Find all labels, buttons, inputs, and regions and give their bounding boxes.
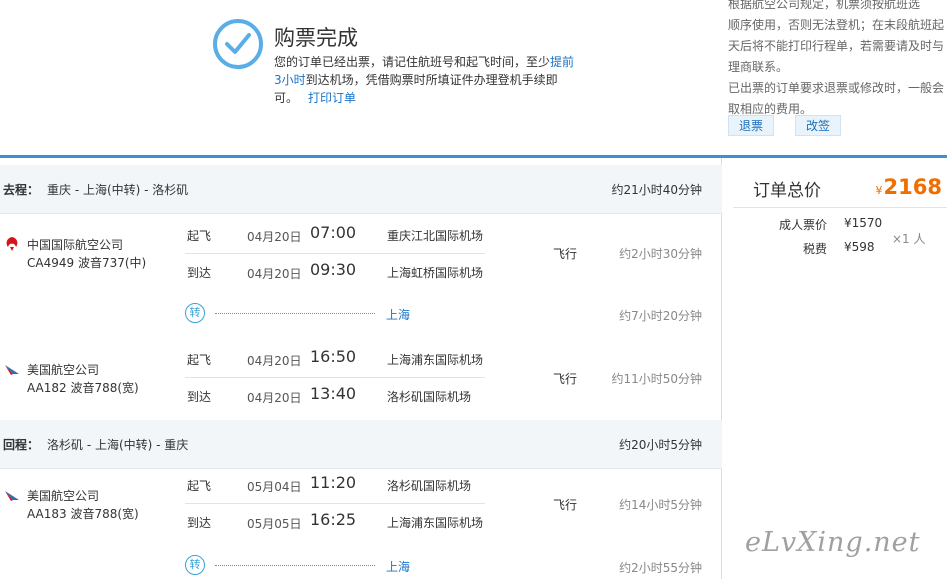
arrival-date: 04月20日 bbox=[247, 267, 302, 281]
leg-label: 去程： bbox=[3, 183, 40, 197]
tax-label: 税费 bbox=[802, 242, 827, 256]
departure-airport: 重庆江北国际机场 bbox=[387, 229, 484, 243]
departure-time: 11:20 bbox=[310, 473, 357, 492]
transfer-duration: 约2小时55分钟 bbox=[619, 561, 702, 575]
airline-name: 美国航空公司 bbox=[27, 489, 100, 503]
price-header: 订单总价 ¥2168 bbox=[733, 158, 947, 208]
departure-airport: 洛杉矶国际机场 bbox=[387, 479, 472, 493]
arrival-time: 13:40 bbox=[310, 384, 357, 403]
arrival-time: 09:30 bbox=[310, 260, 357, 279]
leg-label: 回程： bbox=[3, 438, 40, 452]
price-panel: 订单总价 ¥2168 成人票价 ¥1570 税费 ¥598 ×1 人 bbox=[723, 158, 947, 579]
arrival-airport: 上海浦东国际机场 bbox=[387, 516, 484, 530]
arrival-time: 16:25 bbox=[310, 510, 357, 529]
price-title: 订单总价 bbox=[753, 181, 821, 201]
page-title: 购票完成 bbox=[274, 26, 358, 50]
arrival-date: 04月20日 bbox=[247, 391, 302, 405]
transfer-line bbox=[215, 565, 375, 566]
transfer-line bbox=[215, 313, 375, 314]
fly-label: 飞行 bbox=[553, 247, 578, 261]
itinerary: 去程： 重庆 - 上海(中转) - 洛杉矶 约21小时40分钟 中国国际航空公司… bbox=[0, 158, 722, 579]
flight-number: CA4949 波音737(中) bbox=[27, 256, 147, 270]
passenger-count: ×1 人 bbox=[892, 232, 926, 246]
leg-route: 洛杉矶 - 上海(中转) - 重庆 bbox=[47, 438, 189, 452]
departure-time: 16:50 bbox=[310, 347, 357, 366]
flight-number: AA183 波音788(宽) bbox=[27, 507, 139, 521]
row-divider bbox=[185, 503, 485, 504]
flight-segment: 美国航空公司 AA183 波音788(宽) 起飞 05月04日 11:20 洛杉… bbox=[0, 471, 722, 561]
fly-label: 飞行 bbox=[553, 498, 578, 512]
arrival-label: 到达 bbox=[187, 516, 212, 530]
air-china-logo-icon bbox=[3, 235, 21, 256]
transfer-row: 转 上海 约7小时20分钟 bbox=[0, 301, 722, 331]
transfer-icon: 转 bbox=[185, 555, 205, 575]
departure-date: 05月04日 bbox=[247, 480, 302, 494]
fly-duration: 约11小时50分钟 bbox=[611, 372, 702, 386]
arrival-label: 到达 bbox=[187, 390, 212, 404]
ticket-rules: 根据航空公司规定，机票须按航班选 顺序使用，否则无法登机；在末段航班起 天后将不… bbox=[728, 0, 945, 116]
confirmation-panel: 购票完成 您的订单已经出票，请记住航班号和起飞时间，至少提前 3小时到达机场，凭… bbox=[0, 0, 947, 156]
american-airlines-logo-icon bbox=[3, 488, 21, 507]
print-order-link[interactable]: 打印订单 bbox=[308, 91, 356, 105]
leg-duration: 约21小时40分钟 bbox=[611, 183, 702, 197]
american-airlines-logo-icon bbox=[3, 362, 21, 381]
adult-fare-value: ¥1570 bbox=[844, 216, 883, 230]
flight-number: AA182 波音788(宽) bbox=[27, 381, 139, 395]
departure-label: 起飞 bbox=[187, 479, 212, 493]
outbound-header: 去程： 重庆 - 上海(中转) - 洛杉矶 约21小时40分钟 bbox=[0, 165, 722, 214]
adult-fare-label: 成人票价 bbox=[778, 218, 827, 232]
departure-date: 04月20日 bbox=[247, 230, 302, 244]
change-button[interactable]: 改签 bbox=[795, 115, 842, 136]
departure-label: 起飞 bbox=[187, 229, 212, 243]
departure-date: 04月20日 bbox=[247, 354, 302, 368]
highlight-text: 3小时 bbox=[274, 73, 306, 87]
leg-route: 重庆 - 上海(中转) - 洛杉矶 bbox=[47, 183, 189, 197]
total-price: ¥2168 bbox=[875, 175, 942, 199]
return-header: 回程： 洛杉矶 - 上海(中转) - 重庆 约20小时5分钟 bbox=[0, 420, 722, 469]
transfer-city[interactable]: 上海 bbox=[386, 558, 410, 575]
transfer-city[interactable]: 上海 bbox=[386, 306, 410, 323]
row-divider bbox=[185, 253, 485, 254]
refund-button[interactable]: 退票 bbox=[728, 115, 775, 136]
departure-airport: 上海浦东国际机场 bbox=[387, 353, 484, 367]
transfer-duration: 约7小时20分钟 bbox=[619, 309, 702, 323]
tax-value: ¥598 bbox=[844, 240, 875, 254]
flight-segment: 中国国际航空公司 CA4949 波音737(中) 起飞 04月20日 07:00… bbox=[0, 218, 722, 308]
fly-duration: 约2小时30分钟 bbox=[619, 247, 702, 261]
transfer-row: 转 上海 约2小时55分钟 bbox=[0, 553, 722, 579]
arrival-airport: 洛杉矶国际机场 bbox=[387, 390, 472, 404]
fly-label: 飞行 bbox=[553, 372, 578, 386]
departure-label: 起飞 bbox=[187, 353, 212, 367]
row-divider bbox=[185, 377, 485, 378]
leg-duration: 约20小时5分钟 bbox=[619, 438, 702, 452]
highlight-text: 提前 bbox=[550, 55, 575, 69]
confirmation-message: 您的订单已经出票，请记住航班号和起飞时间，至少提前 3小时到达机场，凭借购票时所… bbox=[274, 55, 575, 105]
watermark: eLvXing.net bbox=[745, 527, 921, 558]
arrival-date: 05月05日 bbox=[247, 517, 302, 531]
check-circle-icon bbox=[213, 19, 263, 69]
airline-name: 中国国际航空公司 bbox=[27, 238, 124, 252]
transfer-icon: 转 bbox=[185, 303, 205, 323]
fly-duration: 约14小时5分钟 bbox=[619, 498, 702, 512]
arrival-airport: 上海虹桥国际机场 bbox=[387, 266, 484, 280]
arrival-label: 到达 bbox=[187, 266, 212, 280]
departure-time: 07:00 bbox=[310, 223, 357, 242]
airline-name: 美国航空公司 bbox=[27, 363, 100, 377]
currency-symbol: ¥ bbox=[875, 184, 883, 197]
